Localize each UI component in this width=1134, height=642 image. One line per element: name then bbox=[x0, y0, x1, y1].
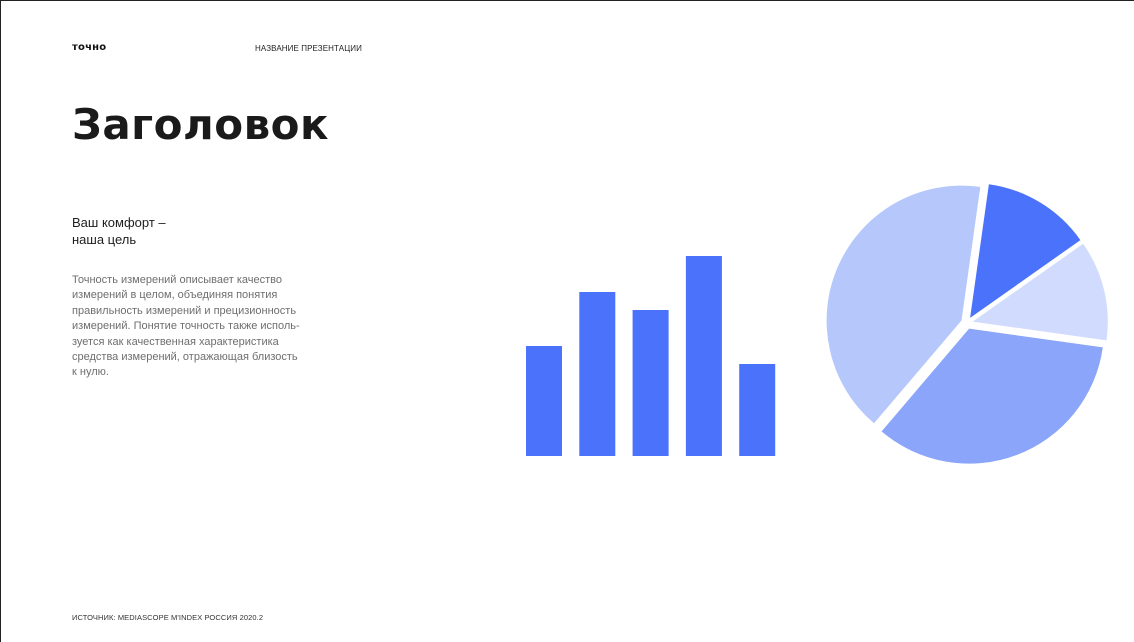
slide: точно НАЗВАНИЕ ПРЕЗЕНТАЦИИ Заголовок Ваш… bbox=[0, 0, 1134, 642]
source-note: ИСТОЧНИК: MEDIASCOPE M'INDEX РОССИЯ 2020… bbox=[72, 613, 264, 622]
pie-chart bbox=[826, 184, 1108, 464]
